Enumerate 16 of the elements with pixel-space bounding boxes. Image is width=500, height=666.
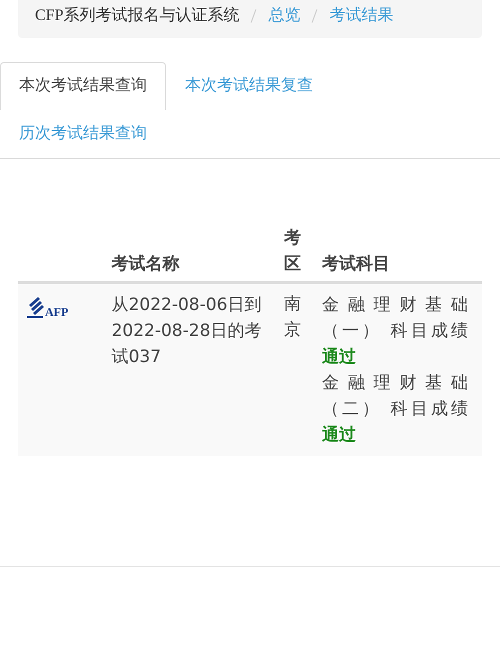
result-text: 通过 <box>322 425 356 445</box>
result-text: 通过 <box>322 347 356 367</box>
breadcrumb-link[interactable]: 总览 <box>268 5 300 26</box>
column-header: 考区 <box>284 227 302 276</box>
tab[interactable]: 历次考试结果查询 <box>0 110 166 158</box>
breadcrumb-link[interactable]: 考试结果 <box>329 5 394 26</box>
subject-text: 金融理财基础（二） 科目成绩 <box>322 373 468 419</box>
exam-name: 从2022-08-06日到2022-08-28日的考试037 <box>112 295 262 367</box>
tab[interactable]: 本次考试结果查询 <box>0 62 166 110</box>
breadcrumb-title: CFP系列考试报名与认证系统 <box>35 6 240 26</box>
column-header: 考试科目 <box>322 254 390 274</box>
column-header: 考试名称 <box>112 254 180 274</box>
logo: AFP <box>26 296 86 320</box>
tab[interactable]: 本次考试结果复查 <box>166 62 332 110</box>
district: 南京 <box>284 293 302 342</box>
subject-text: 金融理财基础（一） 科目成绩 <box>322 295 468 341</box>
